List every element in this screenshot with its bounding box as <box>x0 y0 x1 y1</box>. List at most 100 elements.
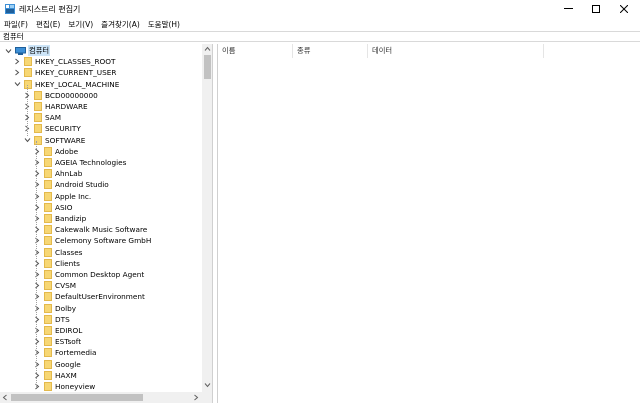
tree-item-key[interactable]: SOFTWARE <box>23 135 85 146</box>
chevron-right-icon[interactable] <box>13 69 21 77</box>
chevron-right-icon[interactable] <box>33 383 41 391</box>
tree-item-software-key[interactable]: DefaultUserEnvironment <box>33 291 145 302</box>
tree-item-software-key[interactable]: HAXM <box>33 370 77 381</box>
tree-item-hive[interactable]: HKEY_LOCAL_MACHINE <box>13 79 119 90</box>
folder-icon <box>34 113 42 123</box>
chevron-right-icon[interactable] <box>33 181 41 189</box>
chevron-down-icon[interactable] <box>13 80 21 88</box>
tree-pane: 컴퓨터 HKEY_CLASSES_ROOT HKEY_CURRENT_USER HKE… <box>0 44 213 403</box>
tree-item-software-key[interactable]: Classes <box>33 247 83 258</box>
chevron-right-icon[interactable] <box>33 282 41 290</box>
tree-item-software-key[interactable]: Honeyview <box>33 381 95 392</box>
chevron-right-icon[interactable] <box>33 315 41 323</box>
tree-vertical-scrollbar[interactable] <box>202 44 212 392</box>
tree-item-key[interactable]: SAM <box>23 112 61 123</box>
close-button[interactable] <box>610 0 638 17</box>
chevron-right-icon[interactable] <box>33 349 41 357</box>
tree-item-label: Android Studio <box>55 180 109 190</box>
chevron-right-icon[interactable] <box>13 58 21 66</box>
address-bar[interactable]: 컴퓨터 <box>0 31 640 42</box>
tree-item-software-key[interactable]: Cakewalk Music Software <box>33 224 147 235</box>
chevron-right-icon[interactable] <box>33 215 41 223</box>
tree-item-software-key[interactable]: Apple Inc. <box>33 191 91 202</box>
scrollbar-corner <box>202 392 212 403</box>
tree-item-software-key[interactable]: Celemony Software GmbH <box>33 235 151 246</box>
tree-item-label: ESTsoft <box>55 337 82 347</box>
tree-item-software-key[interactable]: CVSM <box>33 280 76 291</box>
chevron-right-icon[interactable] <box>33 259 41 267</box>
tree-guide-line <box>27 84 28 136</box>
chevron-right-icon[interactable] <box>33 226 41 234</box>
chevron-down-icon[interactable] <box>4 47 12 55</box>
window-title: 레지스트리 편집기 <box>19 5 81 14</box>
menu-view[interactable]: 보기(V) <box>68 19 93 30</box>
tree-item-label: Clients <box>55 258 80 268</box>
tree-item-software-key[interactable]: DTS <box>33 314 70 325</box>
tree-item-hive[interactable]: HKEY_CLASSES_ROOT <box>13 56 115 67</box>
chevron-right-icon[interactable] <box>33 203 41 211</box>
chevron-right-icon[interactable] <box>33 360 41 368</box>
chevron-right-icon[interactable] <box>33 304 41 312</box>
folder-icon <box>44 359 52 369</box>
tree-item-software-key[interactable]: Fortemedia <box>33 347 96 358</box>
tree-item-hive[interactable]: HKEY_CURRENT_USER <box>13 67 116 78</box>
values-list-pane[interactable]: 이름 종류 데이터 <box>217 44 640 403</box>
tree-item-software-key[interactable]: Bandizip <box>33 213 86 224</box>
scroll-right-icon[interactable] <box>193 394 199 401</box>
chevron-right-icon[interactable] <box>33 237 41 245</box>
folder-icon <box>44 348 52 358</box>
chevron-right-icon[interactable] <box>33 170 41 178</box>
menu-edit[interactable]: 편집(E) <box>36 19 60 30</box>
chevron-right-icon[interactable] <box>33 371 41 379</box>
tree-item-software-key[interactable]: Adobe <box>33 146 78 157</box>
tree-item-label: HKEY_CLASSES_ROOT <box>35 57 116 67</box>
vertical-scroll-thumb[interactable] <box>204 55 211 79</box>
folder-icon <box>24 79 32 89</box>
chevron-down-icon[interactable] <box>23 136 31 144</box>
tree-item-key[interactable]: BCD00000000 <box>23 90 98 101</box>
tree-item-software-key[interactable]: EDIROL <box>33 325 82 336</box>
scroll-down-icon[interactable] <box>204 382 211 388</box>
folder-icon <box>24 57 32 67</box>
menu-file[interactable]: 파일(F) <box>4 19 28 30</box>
tree-item-software-key[interactable]: Dolby <box>33 303 76 314</box>
folder-icon <box>44 214 52 223</box>
tree-horizontal-scrollbar[interactable] <box>0 392 202 403</box>
tree-item-key[interactable]: SECURITY <box>23 123 81 134</box>
tree-item-software-key[interactable]: ASIO <box>33 202 73 213</box>
tree-item-software-key[interactable]: AhnLab <box>33 168 82 179</box>
scroll-up-icon[interactable] <box>204 46 211 52</box>
chevron-right-icon[interactable] <box>33 327 41 335</box>
minimize-button[interactable] <box>554 0 582 17</box>
tree-item-key[interactable]: HARDWARE <box>23 101 88 112</box>
chevron-right-icon[interactable] <box>33 192 41 200</box>
tree-item-software-key[interactable]: Google <box>33 359 81 370</box>
tree-item-software-key[interactable]: ESTsoft <box>33 336 81 347</box>
chevron-right-icon[interactable] <box>33 293 41 301</box>
chevron-right-icon[interactable] <box>33 147 41 155</box>
tree-item-software-key[interactable]: Clients <box>33 258 80 269</box>
column-header-name[interactable]: 이름 <box>218 44 293 58</box>
tree-item-software-key[interactable]: AGEIA Technologies <box>33 157 126 168</box>
folder-icon <box>44 370 52 380</box>
chevron-right-icon[interactable] <box>33 159 41 167</box>
column-header-type[interactable]: 종류 <box>293 44 368 58</box>
chevron-right-icon[interactable] <box>33 248 41 256</box>
tree-item-software-key[interactable]: Android Studio <box>33 179 109 190</box>
tree-item-label: Dolby <box>55 303 77 313</box>
menu-favorites[interactable]: 즐겨찾기(A) <box>101 19 140 30</box>
tree-item-computer[interactable]: 컴퓨터 <box>4 45 51 56</box>
horizontal-scroll-thumb[interactable] <box>11 394 143 401</box>
folder-icon <box>44 169 52 179</box>
tree-item-label: HKEY_LOCAL_MACHINE <box>35 79 120 89</box>
folder-icon <box>44 303 52 313</box>
tree-item-software-key[interactable]: Common Desktop Agent <box>33 269 144 280</box>
column-header-data[interactable]: 데이터 <box>368 44 544 58</box>
menu-help[interactable]: 도움말(H) <box>148 19 180 30</box>
chevron-right-icon[interactable] <box>33 338 41 346</box>
folder-icon <box>44 326 52 335</box>
scroll-left-icon[interactable] <box>2 394 8 401</box>
maximize-button[interactable] <box>582 0 610 17</box>
tree-item-label: DefaultUserEnvironment <box>55 292 145 302</box>
chevron-right-icon[interactable] <box>33 271 41 279</box>
